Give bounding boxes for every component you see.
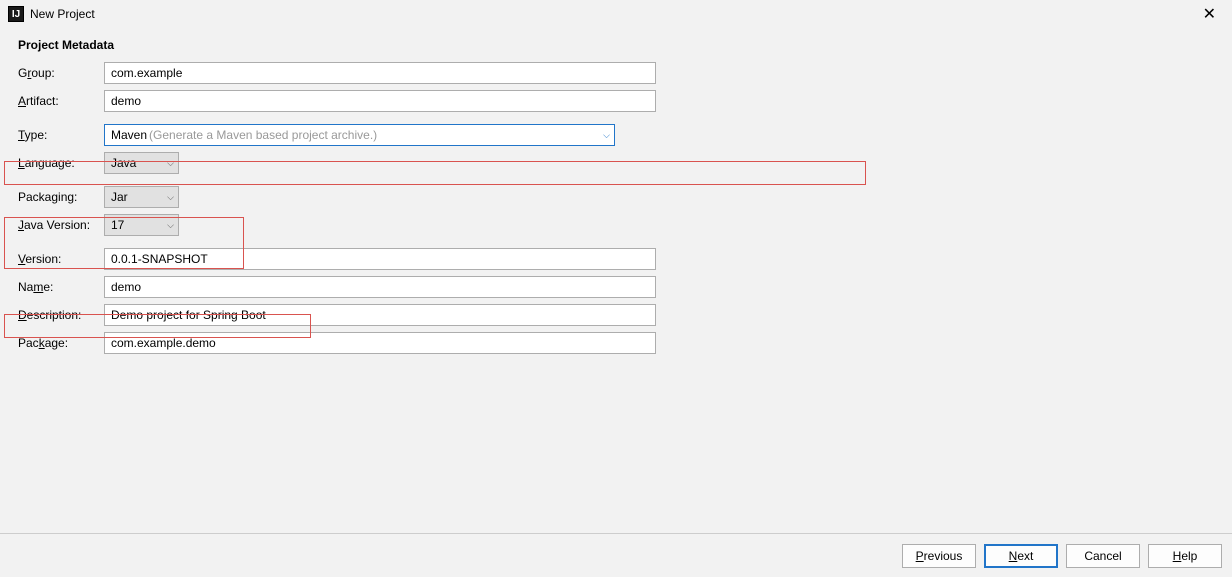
app-icon: IJ — [8, 6, 24, 22]
artifact-input[interactable] — [104, 90, 656, 112]
form-area: Project Metadata Group: Artifact: Type: … — [0, 28, 1232, 370]
type-hint: (Generate a Maven based project archive.… — [149, 128, 377, 142]
label-description: Description: — [18, 308, 104, 322]
label-package: Package: — [18, 336, 104, 350]
java-version-value: 17 — [111, 218, 124, 232]
java-version-select[interactable]: 17 ⌵ — [104, 214, 179, 236]
help-button[interactable]: Help — [1148, 544, 1222, 568]
label-packaging: Packaging: — [18, 190, 104, 204]
language-select[interactable]: Java ⌵ — [104, 152, 179, 174]
version-input[interactable] — [104, 248, 656, 270]
chevron-down-icon: ⌵ — [603, 130, 610, 141]
packaging-select[interactable]: Jar ⌵ — [104, 186, 179, 208]
row-artifact: Artifact: — [18, 90, 1214, 112]
previous-button[interactable]: Previous — [902, 544, 976, 568]
cancel-button[interactable]: Cancel — [1066, 544, 1140, 568]
chevron-down-icon: ⌵ — [167, 192, 174, 203]
name-input[interactable] — [104, 276, 656, 298]
row-packaging: Packaging: Jar ⌵ — [18, 186, 1214, 208]
close-icon[interactable]: ✕ — [1195, 4, 1224, 24]
label-artifact: Artifact: — [18, 94, 104, 108]
package-input[interactable] — [104, 332, 656, 354]
row-language: Language: Java ⌵ — [18, 152, 1214, 174]
row-package: Package: — [18, 332, 1214, 354]
group-input[interactable] — [104, 62, 656, 84]
row-name: Name: — [18, 276, 1214, 298]
next-button[interactable]: Next — [984, 544, 1058, 568]
titlebar: IJ New Project ✕ — [0, 0, 1232, 28]
window-title: New Project — [30, 7, 95, 21]
label-language: Language: — [18, 156, 104, 170]
footer: Previous Next Cancel Help — [0, 533, 1232, 577]
label-group: Group: — [18, 66, 104, 80]
packaging-value: Jar — [111, 190, 128, 204]
type-value: Maven — [111, 128, 147, 142]
chevron-down-icon: ⌵ — [167, 220, 174, 231]
row-version: Version: — [18, 248, 1214, 270]
description-input[interactable] — [104, 304, 656, 326]
row-group: Group: — [18, 62, 1214, 84]
row-description: Description: — [18, 304, 1214, 326]
section-title: Project Metadata — [18, 38, 1214, 52]
chevron-down-icon: ⌵ — [167, 158, 174, 169]
language-value: Java — [111, 156, 136, 170]
type-select[interactable]: Maven (Generate a Maven based project ar… — [104, 124, 615, 146]
row-java-version: Java Version: 17 ⌵ — [18, 214, 1214, 236]
row-type: Type: Maven (Generate a Maven based proj… — [18, 124, 1214, 146]
label-name: Name: — [18, 280, 104, 294]
label-type: Type: — [18, 128, 104, 142]
label-version: Version: — [18, 252, 104, 266]
label-java-version: Java Version: — [18, 218, 104, 232]
